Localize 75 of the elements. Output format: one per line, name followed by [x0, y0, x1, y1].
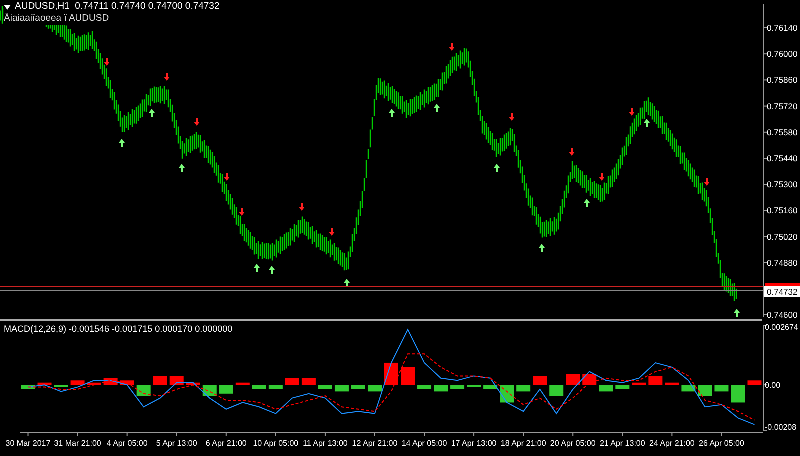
dropdown-triangle-icon[interactable]: [4, 4, 11, 10]
histogram-bar: [384, 362, 398, 386]
price-axis-label: 0.75160: [767, 206, 798, 216]
macd-axis-label: 0.00: [765, 381, 781, 390]
current-price-label: 0.74732: [764, 286, 800, 297]
histogram-bar: [285, 378, 300, 386]
time-axis-label: 21 Apr 13:00: [600, 439, 646, 448]
histogram-bar: [698, 385, 712, 396]
histogram-bar: [714, 385, 729, 392]
histogram-bar: [516, 385, 531, 392]
histogram-bar: [236, 382, 250, 386]
histogram-bar: [484, 385, 498, 390]
time-axis-label: 30 Mar 2017: [6, 439, 51, 448]
histogram-bar: [731, 385, 746, 403]
histogram-bar: [351, 385, 366, 390]
histogram-bar: [648, 376, 663, 386]
macd-axis-label: 0.002674: [765, 323, 798, 332]
time-axis-label: 18 Apr 21:00: [500, 439, 546, 448]
histogram-bar: [401, 367, 415, 386]
time-axis-label: 11 Apr 13:00: [303, 439, 348, 448]
histogram-bar: [21, 385, 36, 390]
price-axis-label: 0.74880: [767, 258, 798, 268]
histogram-bar: [219, 385, 234, 394]
histogram-bar: [170, 376, 184, 386]
price-axis-label: 0.76000: [767, 49, 798, 60]
macd-indicator-title: MACD(12,26,9) -0.001546 -0.001715 0.000170 0.000000: [4, 323, 233, 336]
histogram-bar: [318, 385, 332, 390]
time-axis-label: 10 Apr 05:00: [253, 439, 299, 448]
histogram-bar: [268, 385, 283, 390]
histogram-bar: [418, 385, 432, 390]
chart-symbol-title: AUDUSD,H1 0.74711 0.74740 0.74700 0.74732: [15, 1, 220, 13]
histogram-bar: [153, 376, 168, 386]
histogram-bar: [368, 385, 382, 392]
indicator-title: Äiaiaaiîaoeea ï AUDUSD: [4, 13, 110, 25]
histogram-bar: [682, 385, 696, 392]
price-axis-label: 0.75440: [767, 154, 798, 164]
price-axis-label: 0.75720: [767, 101, 798, 112]
histogram-bar: [616, 385, 630, 390]
macd-axis-label: -0.00208: [765, 423, 797, 432]
time-axis-label: 5 Apr 13:00: [156, 439, 198, 448]
price-axis-label: 0.74600: [767, 310, 798, 319]
price-axis-label: 0.75580: [767, 127, 798, 138]
price-axis-label: 0.75860: [767, 75, 798, 86]
histogram-bar: [665, 382, 680, 386]
histogram-bar: [87, 382, 102, 386]
histogram-bar: [467, 385, 482, 388]
histogram-bar: [566, 374, 580, 386]
histogram-bar: [550, 385, 564, 396]
histogram-bar: [302, 378, 316, 386]
histogram-bar: [434, 385, 448, 392]
price-axis-label: 0.75300: [767, 180, 798, 190]
histogram-bar: [120, 380, 134, 386]
time-axis-label: 14 Apr 05:00: [402, 439, 448, 448]
histogram-bar: [450, 385, 465, 390]
price-axis-label: 0.76140: [767, 23, 798, 33]
price-axis-label: 0.75020: [767, 232, 798, 242]
histogram-bar: [632, 382, 646, 386]
histogram-bar: [252, 385, 266, 390]
time-axis-label: 31 Mar 21:00: [54, 439, 102, 448]
time-axis-label: 20 Apr 05:00: [550, 439, 596, 448]
histogram-bar: [599, 385, 614, 392]
histogram-bar: [748, 380, 762, 386]
histogram-bar: [70, 380, 85, 386]
histogram-bar: [533, 376, 548, 386]
histogram-bar: [186, 382, 200, 386]
histogram-bar: [38, 382, 52, 386]
histogram-bar: [136, 385, 151, 396]
histogram-bar: [334, 385, 349, 392]
time-axis-label: 6 Apr 21:00: [206, 439, 247, 448]
time-axis-label: 4 Apr 05:00: [106, 439, 148, 448]
time-axis-label: 24 Apr 21:00: [650, 439, 695, 448]
time-axis-label: 12 Apr 21:00: [352, 439, 398, 448]
time-axis-label: 26 Apr 05:00: [699, 439, 744, 448]
histogram-bar: [54, 385, 68, 388]
time-axis-label: 17 Apr 13:00: [451, 439, 497, 448]
